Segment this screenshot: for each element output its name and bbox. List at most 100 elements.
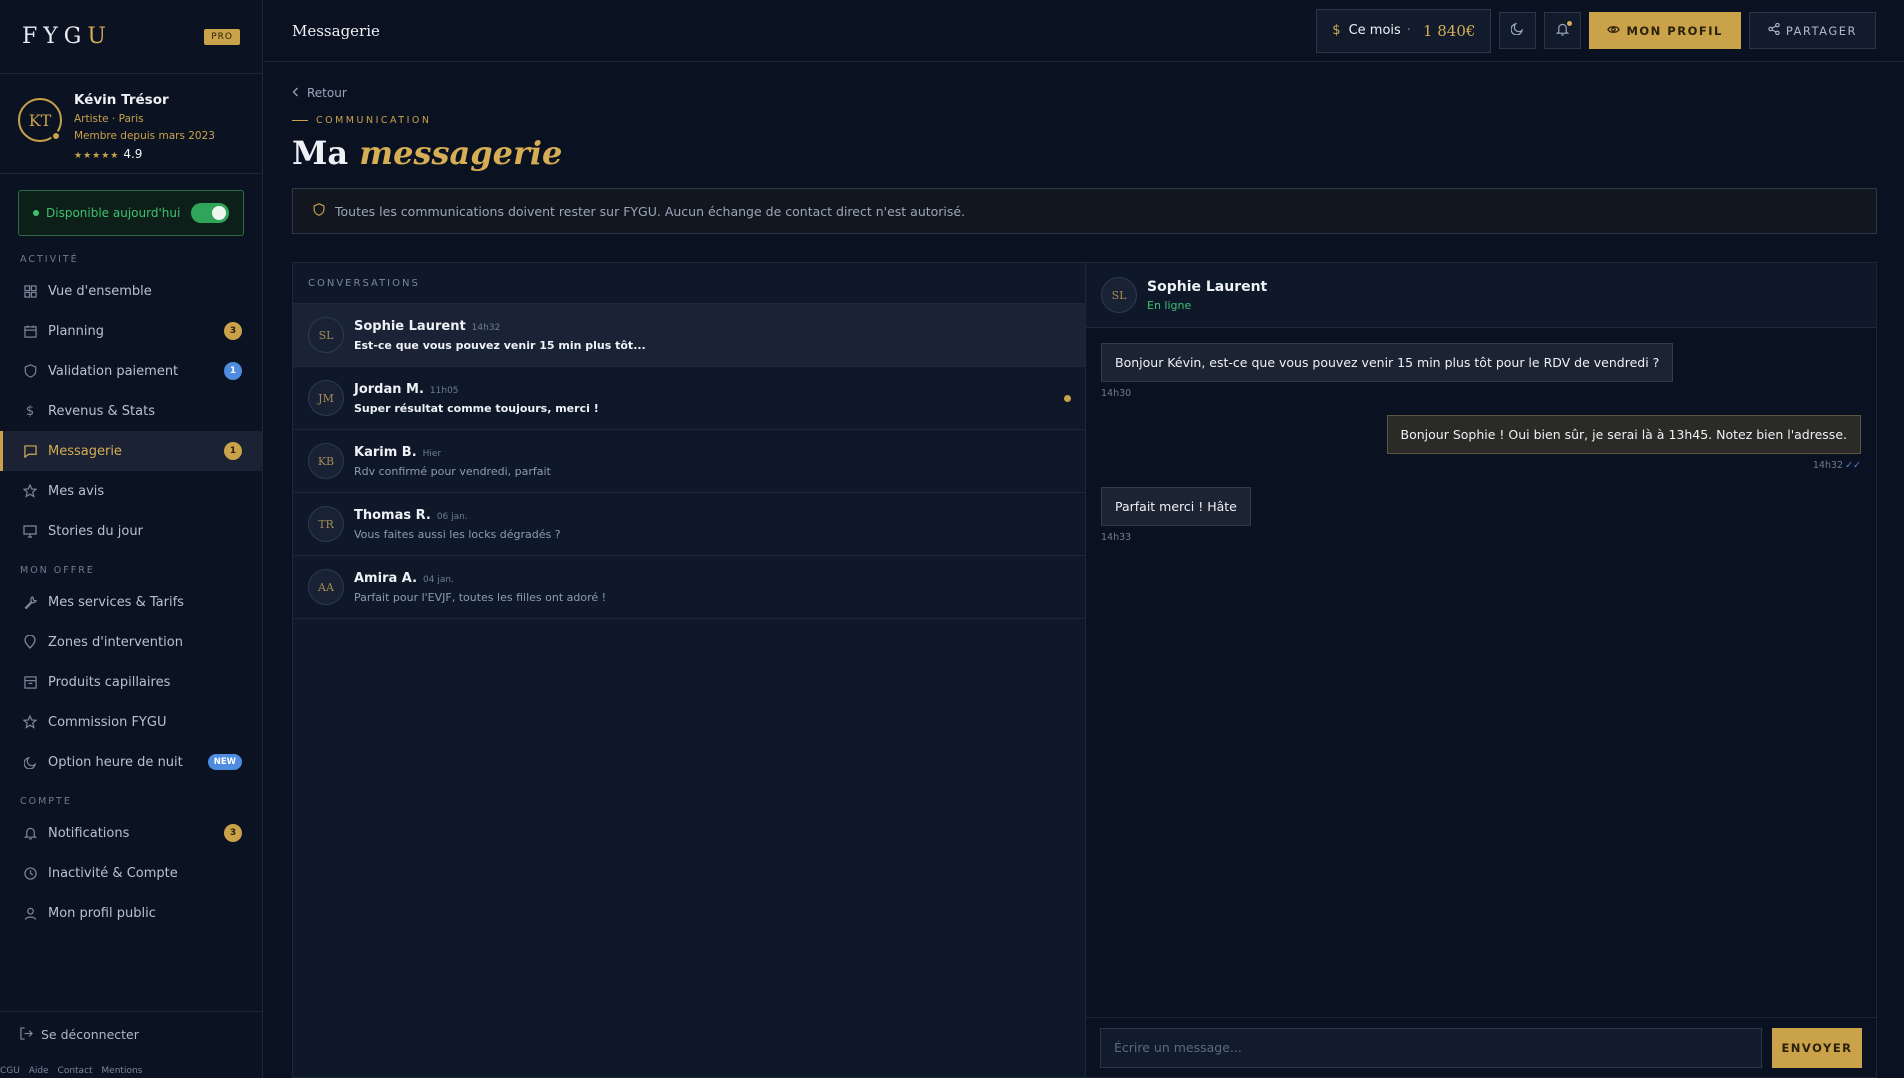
sidebar-item-zones[interactable]: Zones d'intervention: [0, 622, 262, 662]
sidebar-item-services[interactable]: Mes services & Tarifs: [0, 582, 262, 622]
message-input[interactable]: [1100, 1027, 1762, 1068]
footer-link-help[interactable]: Aide: [29, 1066, 49, 1076]
section-title-offer: MON OFFRE: [20, 565, 95, 576]
sidebar-item-revenue[interactable]: $ Revenus & Stats: [0, 391, 262, 431]
availability-toggle[interactable]: [191, 203, 229, 223]
availability-toggle-row[interactable]: Disponible aujourd'hui: [18, 190, 244, 236]
sidebar-item-stories[interactable]: Stories du jour: [0, 511, 262, 551]
sidebar-item-messaging[interactable]: Messagerie 1: [0, 431, 262, 471]
chat-contact-status: En ligne: [1147, 298, 1192, 312]
conversation-item[interactable]: AA Amira A. 04 jan. Parfait pour l'EVJF, …: [293, 556, 1085, 619]
sidebar-item-products[interactable]: Produits capillaires: [0, 662, 262, 702]
logout-label: Se déconnecter: [41, 1027, 139, 1042]
sidebar-item-overview[interactable]: Vue d'ensemble: [0, 271, 262, 311]
footer-link-legal[interactable]: Mentions: [101, 1066, 142, 1076]
message-incoming: Bonjour Kévin, est-ce que vous pouvez ve…: [1101, 343, 1674, 399]
sidebar-item-payment-validation[interactable]: Validation paiement 1: [0, 351, 262, 391]
count-badge: 1: [224, 442, 242, 460]
conversation-item[interactable]: SL Sophie Laurent 14h32 Est-ce que vous p…: [293, 304, 1085, 367]
message-composer: ENVOYER: [1086, 1017, 1876, 1077]
sidebar-item-label: Vue d'ensemble: [48, 283, 152, 299]
send-button[interactable]: ENVOYER: [1772, 1027, 1862, 1068]
wrench-icon: [22, 594, 38, 610]
shield-icon: [22, 363, 38, 379]
notifications-button[interactable]: [1544, 12, 1582, 49]
message-incoming: Parfait merci ! Hâte 14h33: [1101, 487, 1251, 543]
conversation-list-header: CONVERSATIONS: [293, 263, 1085, 304]
sidebar-item-label: Mes avis: [48, 483, 105, 499]
dollar-icon: $: [25, 403, 35, 419]
profile-rating: ★★★★★ 4.9: [74, 147, 215, 161]
monitor-icon: [22, 523, 38, 539]
rating-stars-icon: ★★★★★: [74, 151, 120, 161]
message-bubble: Bonjour Sophie ! Oui bien sûr, je serai …: [1386, 415, 1861, 454]
message-bubble: Bonjour Kévin, est-ce que vous pouvez ve…: [1101, 343, 1674, 382]
profile-card: KT Kévin Trésor Artiste · Paris Membre d…: [0, 74, 262, 174]
sidebar-item-commission[interactable]: Commission FYGU: [0, 702, 262, 742]
fygu-logo[interactable]: FYGU: [22, 24, 112, 49]
footer-link-contact[interactable]: Contact: [58, 1066, 93, 1076]
sidebar-item-label: Planning: [48, 323, 104, 339]
topbar: Messagerie $ Ce mois · 1 840€ MON PROFIL…: [264, 0, 1904, 62]
conversation-list: CONVERSATIONS SL Sophie Laurent 14h32 Est…: [293, 263, 1086, 1077]
conversation-name: Karim B.: [354, 445, 417, 460]
eye-icon: [1607, 24, 1621, 38]
sidebar-item-planning[interactable]: Planning 3: [0, 311, 262, 351]
logout-icon: [20, 1026, 33, 1043]
sidebar-item-label: Notifications: [48, 825, 130, 841]
sidebar-item-reviews[interactable]: Mes avis: [0, 471, 262, 511]
message-outgoing: Bonjour Sophie ! Oui bien sûr, je serai …: [1386, 415, 1861, 471]
conversation-item[interactable]: KB Karim B. Hier Rdv confirmé pour vendre…: [293, 430, 1085, 493]
conversation-preview: Vous faites aussi les locks dégradés ?: [354, 528, 561, 541]
sidebar-item-notifications[interactable]: Notifications 3: [0, 813, 262, 853]
conversation-time: 11h05: [429, 386, 459, 396]
unread-dot: [1064, 395, 1071, 402]
new-badge: NEW: [207, 754, 242, 770]
conversation-item[interactable]: JM Jordan M. 11h05 Super résultat comme t…: [293, 367, 1085, 430]
availability-label: Disponible aujourd'hui: [46, 206, 181, 220]
section-title-activity: ACTIVITÉ: [20, 254, 79, 265]
back-link[interactable]: Retour: [292, 86, 1877, 100]
sidebar-item-label: Commission FYGU: [48, 714, 167, 730]
notice-text: Toutes les communications doivent rester…: [335, 203, 966, 219]
logout-button[interactable]: Se déconnecter: [0, 1011, 263, 1057]
month-label: Ce mois: [1348, 23, 1401, 38]
count-badge: 3: [224, 824, 242, 842]
message-bubble: Parfait merci ! Hâte: [1101, 487, 1251, 526]
grid-icon: [22, 283, 38, 299]
count-badge: 1: [224, 362, 242, 380]
avatar: AA: [308, 569, 344, 605]
share-button[interactable]: PARTAGER: [1748, 12, 1876, 49]
footer-link-cgu[interactable]: CGU: [0, 1066, 20, 1076]
conversation-time: 14h32: [471, 323, 501, 333]
conversation-preview: Parfait pour l'EVJF, toutes les filles o…: [354, 591, 607, 604]
conversation-name: Sophie Laurent: [354, 319, 466, 334]
month-separator: ·: [1406, 23, 1411, 38]
theme-toggle-button[interactable]: [1499, 12, 1537, 49]
profile-name: Kévin Trésor: [74, 92, 169, 108]
sidebar-item-public-profile[interactable]: Mon profil public: [0, 893, 262, 933]
conversation-name: Jordan M.: [354, 382, 424, 397]
avatar-initials: KT: [28, 110, 52, 130]
sidebar-item-night-option[interactable]: Option heure de nuit NEW: [0, 742, 262, 782]
sidebar-item-label: Revenus & Stats: [48, 403, 155, 419]
monthly-revenue-widget[interactable]: $ Ce mois · 1 840€: [1316, 8, 1492, 53]
my-profile-label: MON PROFIL: [1626, 23, 1723, 38]
sidebar-item-label: Option heure de nuit: [48, 754, 183, 770]
chevron-left-icon: [292, 86, 299, 100]
conversation-preview: Super résultat comme toujours, merci !: [354, 402, 599, 415]
conversation-item[interactable]: TR Thomas R. 06 jan. Vous faites aussi le…: [293, 493, 1085, 556]
notification-dot: [1567, 21, 1573, 26]
page-heading: Messagerie: [292, 21, 380, 40]
rating-value: 4.9: [123, 147, 143, 161]
conversation-name: Amira A.: [354, 571, 418, 586]
page-title: Ma messagerie: [292, 134, 1877, 172]
shield-icon: [313, 203, 325, 219]
my-profile-button[interactable]: MON PROFIL: [1589, 12, 1741, 49]
map-pin-icon: [22, 634, 38, 650]
eyebrow-label: COMMUNICATION: [316, 115, 432, 126]
dollar-icon: $: [1332, 23, 1341, 38]
avatar[interactable]: KT: [18, 98, 62, 142]
sidebar-item-inactivity[interactable]: Inactivité & Compte: [0, 853, 262, 893]
title-accent: messagerie: [359, 134, 563, 172]
